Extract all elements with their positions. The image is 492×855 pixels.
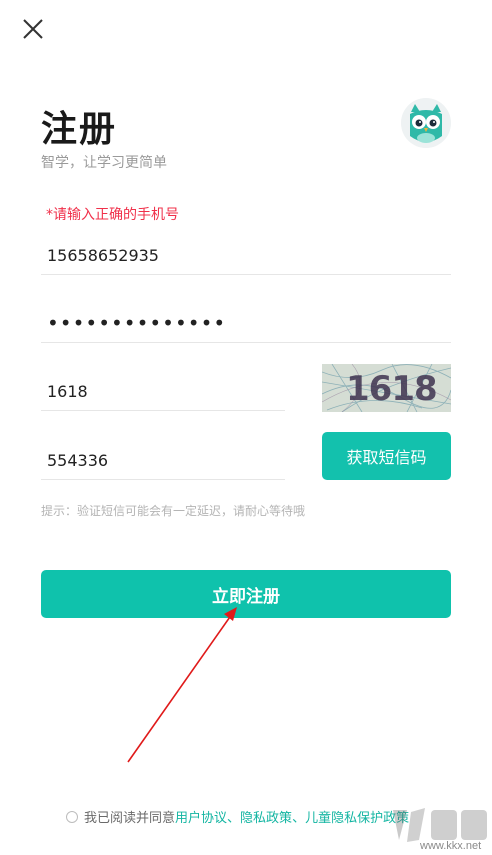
close-icon[interactable] — [20, 16, 46, 42]
children-privacy-policy-link[interactable]: 儿童隐私保护政策 — [305, 807, 409, 826]
agreement-row: 我已阅读并同意 用户协议 、 隐私政策 、 儿童隐私保护政策 — [66, 807, 409, 826]
captcha-input[interactable] — [41, 373, 285, 410]
phone-field — [41, 236, 451, 275]
agree-radio[interactable] — [66, 810, 78, 823]
password-field — [41, 303, 451, 343]
page-title: 注册 — [41, 109, 118, 150]
watermark-text: www.kkx.net — [420, 840, 482, 852]
sms-code-field — [41, 441, 285, 480]
page-subtitle: 智学，让学习更简单 — [41, 155, 167, 171]
captcha-field — [41, 373, 285, 411]
user-agreement-link[interactable]: 用户协议 — [175, 807, 227, 826]
owl-logo-icon — [401, 98, 451, 148]
agreement-separator: 、 — [227, 811, 241, 826]
sms-delay-hint: 提示：验证短信可能会有一定延迟，请耐心等待哦 — [41, 504, 306, 518]
agreement-separator: 、 — [292, 811, 306, 826]
register-button[interactable]: 立即注册 — [41, 570, 451, 618]
password-input[interactable] — [41, 303, 451, 342]
phone-input[interactable] — [41, 236, 451, 274]
get-sms-code-button[interactable]: 获取短信码 — [322, 432, 451, 480]
privacy-policy-link[interactable]: 隐私政策 — [240, 807, 292, 826]
phone-error-message: *请输入正确的手机号 — [46, 207, 179, 223]
captcha-image[interactable]: 1618 — [322, 364, 451, 412]
sms-code-input[interactable] — [41, 441, 285, 479]
agreement-prefix: 我已阅读并同意 — [84, 811, 176, 826]
captcha-image-text: 1618 — [346, 369, 437, 409]
